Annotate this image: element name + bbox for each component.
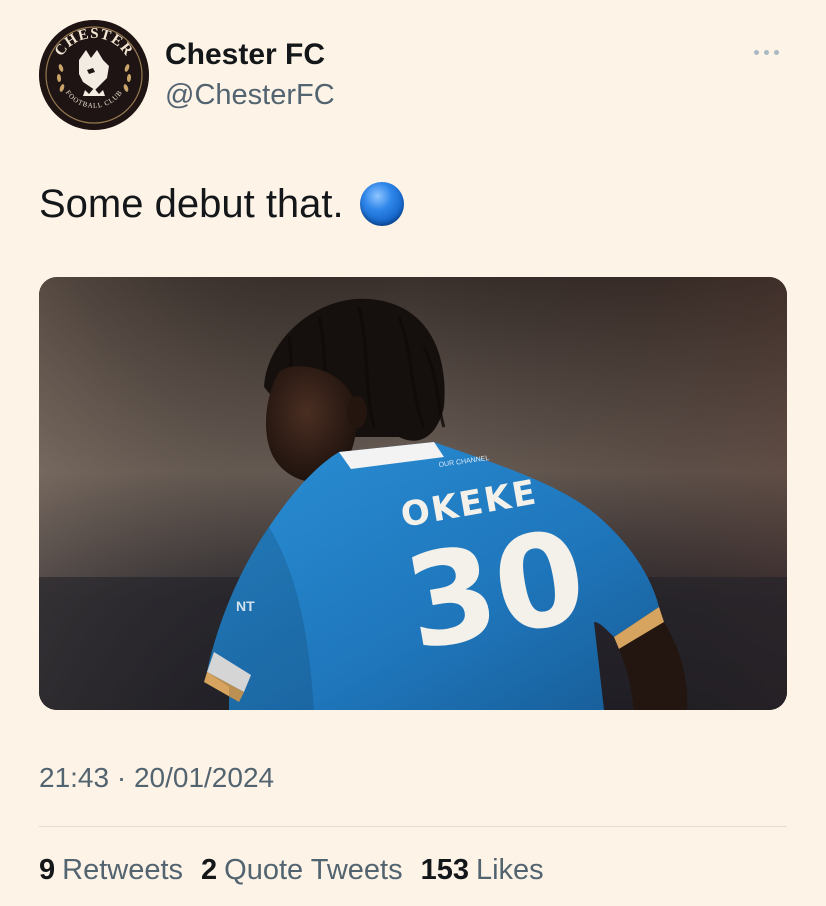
retweets-label: Retweets	[62, 854, 184, 886]
likes-label: Likes	[475, 854, 544, 886]
avatar[interactable]: CHESTER FOOTBALL CLUB	[39, 20, 149, 130]
more-dot-icon	[753, 49, 759, 55]
tweet-media-image[interactable]: NT OUR CHANNEL OKEKE 30	[39, 277, 787, 710]
quote-tweets-count: 2	[201, 854, 218, 886]
divider	[39, 826, 787, 827]
jersey-number: 30	[395, 502, 596, 680]
tweet-text: Some debut that.	[39, 182, 344, 226]
account-names: Chester FC @ChesterFC	[165, 36, 335, 114]
chester-fc-crest-icon: CHESTER FOOTBALL CLUB	[39, 20, 149, 130]
blue-circle-emoji-icon	[359, 182, 404, 226]
svg-text:NT: NT	[236, 598, 255, 614]
quote-tweets-label: Quote Tweets	[224, 854, 403, 886]
tweet-timestamp[interactable]: 21:43 · 20/01/2024	[39, 760, 274, 796]
account-handle[interactable]: @ChesterFC	[165, 76, 335, 114]
likes-stat[interactable]: 153 Likes	[421, 852, 544, 888]
retweets-count: 9	[39, 854, 56, 886]
tweet-header: CHESTER FOOTBALL CLUB Chester FC @Cheste…	[39, 19, 335, 131]
quote-tweets-stat[interactable]: 2 Quote Tweets	[201, 852, 403, 888]
tweet-stats: 9 Retweets 2 Quote Tweets 153 Likes	[39, 852, 562, 888]
more-dot-icon	[773, 49, 779, 55]
tweet-card: CHESTER FOOTBALL CLUB Chester FC @Cheste…	[0, 0, 826, 906]
more-dot-icon	[763, 49, 769, 55]
tweet-body: Some debut that.	[39, 178, 404, 230]
display-name[interactable]: Chester FC	[165, 36, 335, 74]
more-options-button[interactable]	[746, 40, 786, 64]
likes-count: 153	[420, 854, 469, 886]
retweets-stat[interactable]: 9 Retweets	[39, 852, 183, 888]
player-photo: NT OUR CHANNEL OKEKE 30	[39, 277, 787, 710]
